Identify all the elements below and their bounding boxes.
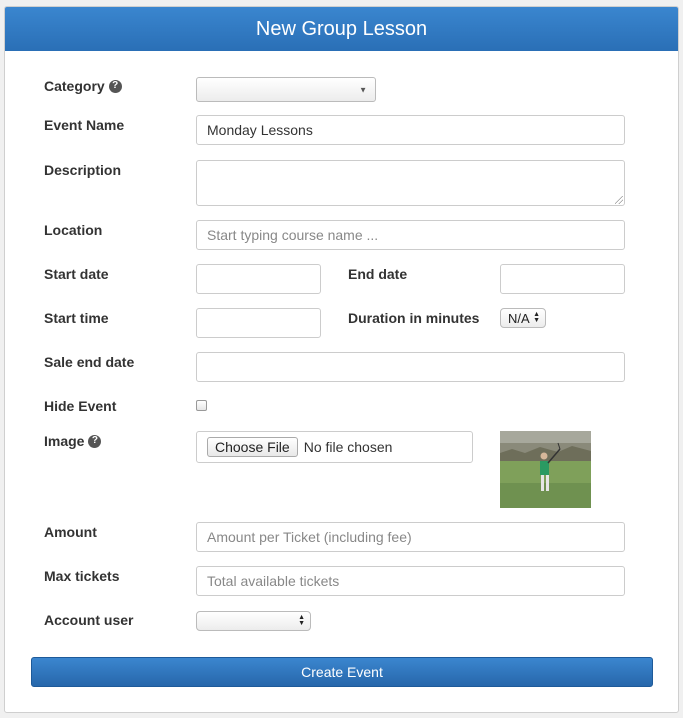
panel-title: New Group Lesson <box>5 7 678 51</box>
start-date-input[interactable] <box>196 264 321 294</box>
choose-file-button[interactable]: Choose File <box>207 437 298 457</box>
golfer-photo <box>500 431 591 508</box>
account-user-label: Account user <box>44 612 134 628</box>
category-label-text: Category <box>44 78 105 94</box>
image-file-input[interactable]: Choose File No file chosen <box>196 431 473 463</box>
create-event-button[interactable]: Create Event <box>31 657 653 687</box>
image-help-icon[interactable]: ? <box>88 434 102 448</box>
description-label: Description <box>44 162 122 178</box>
new-group-lesson-panel: New Group Lesson Category ? ▼ Event Name… <box>4 6 679 713</box>
event-name-input[interactable] <box>196 115 625 145</box>
max-tickets-input[interactable] <box>196 566 625 596</box>
event-name-label: Event Name <box>44 117 125 133</box>
duration-select[interactable]: N/A ▲ ▼ <box>500 308 546 328</box>
image-thumbnail <box>500 431 591 508</box>
start-date-label: Start date <box>44 266 109 282</box>
sale-end-date-input[interactable] <box>196 352 625 382</box>
start-time-input[interactable] <box>196 308 321 338</box>
updown-arrows-icon: ▲ ▼ <box>533 311 540 324</box>
hide-event-checkbox[interactable] <box>196 400 207 411</box>
account-user-select[interactable]: ▲ ▼ <box>196 611 311 631</box>
chevron-down-icon: ▼ <box>359 85 367 94</box>
duration-label: Duration in minutes <box>348 310 480 326</box>
sale-end-date-label: Sale end date <box>44 354 135 370</box>
hide-event-label: Hide Event <box>44 398 117 414</box>
location-label: Location <box>44 222 103 238</box>
duration-select-value: N/A <box>508 311 530 326</box>
category-help-icon[interactable]: ? <box>108 79 122 93</box>
max-tickets-label: Max tickets <box>44 568 120 584</box>
resize-handle-icon[interactable] <box>615 196 623 204</box>
image-label-text: Image <box>44 433 85 449</box>
end-date-label: End date <box>348 266 408 282</box>
file-status: No file chosen <box>303 439 393 455</box>
updown-arrows-icon: ▲ ▼ <box>298 614 305 627</box>
amount-input[interactable] <box>196 522 625 552</box>
end-date-input[interactable] <box>500 264 625 294</box>
description-textarea[interactable] <box>196 160 625 206</box>
location-input[interactable] <box>196 220 625 250</box>
start-time-label: Start time <box>44 310 109 326</box>
image-label: Image ? <box>44 433 102 449</box>
description-field-wrap <box>196 160 625 206</box>
amount-label: Amount <box>44 524 97 540</box>
category-label: Category ? <box>44 78 122 94</box>
category-select[interactable]: ▼ <box>196 77 376 102</box>
